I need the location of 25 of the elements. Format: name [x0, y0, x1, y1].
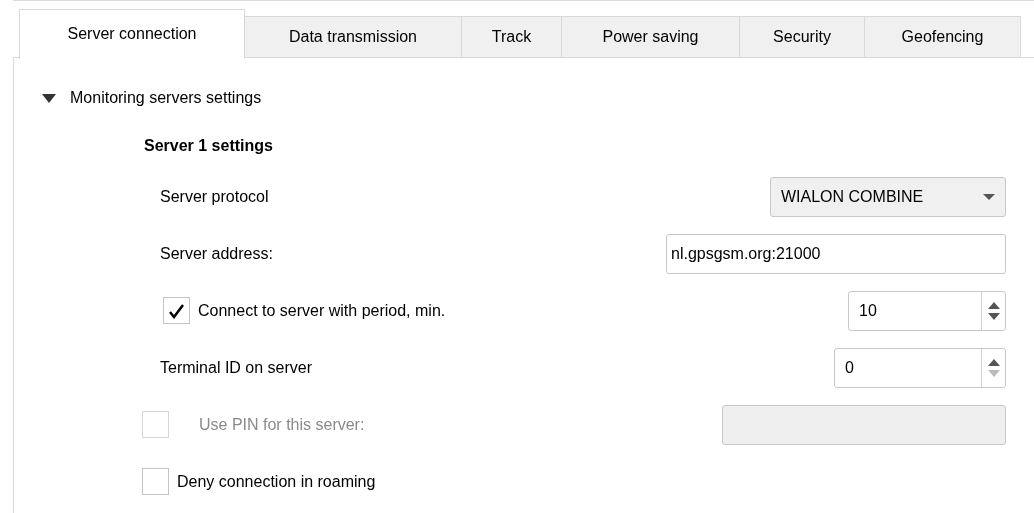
- tab[interactable]: Power saving: [561, 16, 740, 58]
- field-label: Use PIN for this server:: [199, 414, 365, 435]
- dropdown-arrow-icon: [983, 193, 995, 200]
- tab[interactable]: Security: [739, 16, 865, 58]
- tab[interactable]: Server connection: [19, 9, 245, 59]
- collapse-arrow-icon[interactable]: [42, 93, 56, 103]
- section-title[interactable]: Monitoring servers settings: [70, 86, 262, 110]
- group-title: Server 1 settings: [144, 136, 274, 156]
- dropdown[interactable]: WIALON COMBINE: [770, 176, 1006, 217]
- tab[interactable]: Data transmission: [244, 16, 462, 58]
- up-arrow-icon: [987, 301, 1000, 309]
- tab[interactable]: Track: [461, 16, 562, 58]
- field-label: Terminal ID on server: [160, 357, 313, 378]
- tab[interactable]: Geofencing: [864, 16, 1021, 58]
- check-icon: [168, 302, 185, 319]
- field-label: Deny connection in roaming: [177, 471, 376, 492]
- spin-box[interactable]: 10: [848, 290, 1006, 331]
- checkbox[interactable]: [163, 297, 190, 324]
- checkbox[interactable]: [142, 468, 169, 495]
- field-label: Connect to server with period, min.: [198, 300, 446, 321]
- field-label: Server address:: [160, 243, 273, 264]
- input-field[interactable]: nl.gpsgsm.org:21000: [666, 233, 1006, 274]
- up-arrow-icon: [987, 358, 1000, 366]
- spin-box[interactable]: 0: [834, 347, 1006, 388]
- field-label: Server protocol: [160, 186, 269, 207]
